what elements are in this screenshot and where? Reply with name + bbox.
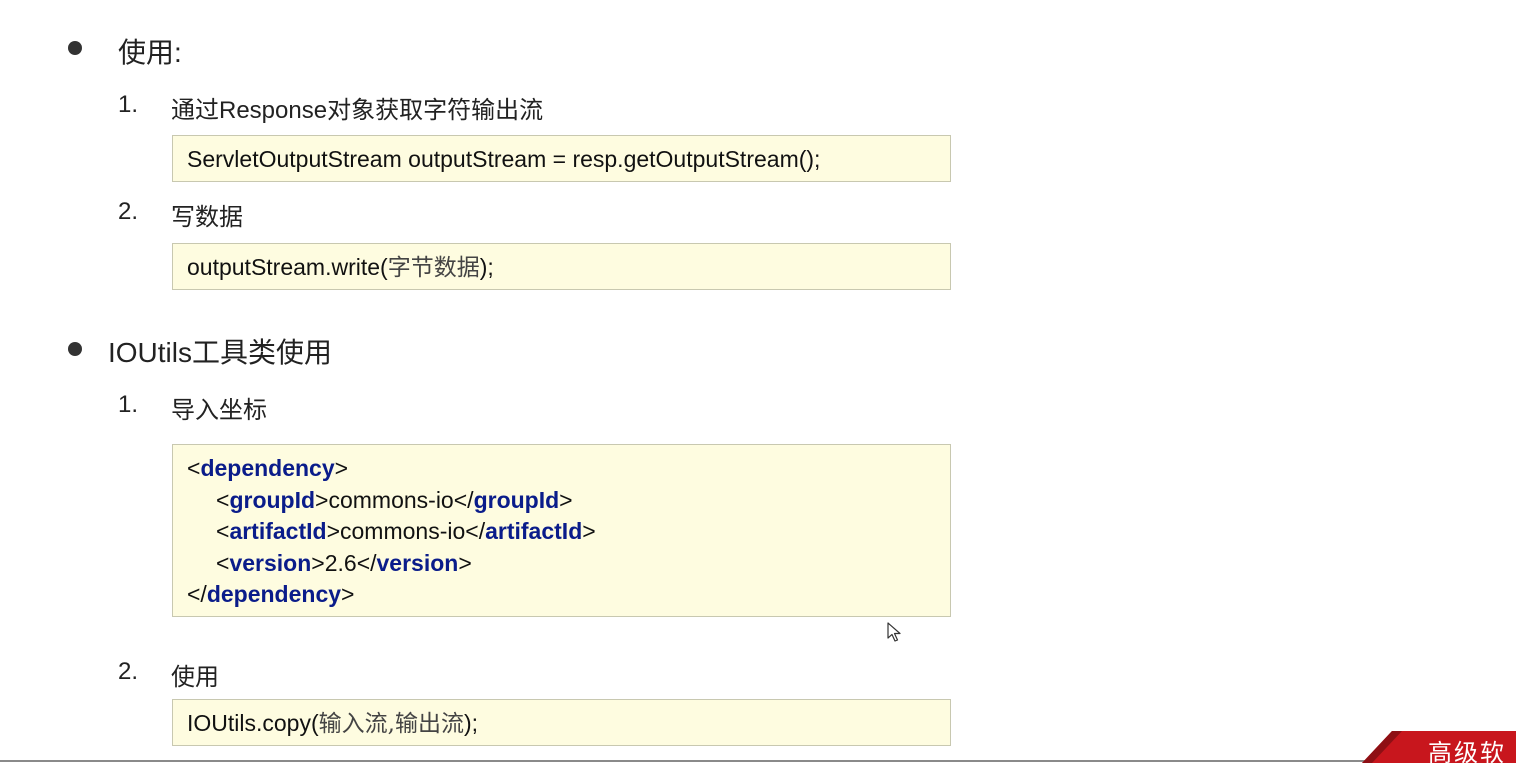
xml-tag: artifactId	[485, 518, 583, 544]
xml-tag: artifactId	[229, 518, 327, 544]
xml-line: <groupId>commons-io</groupId>	[216, 486, 573, 513]
xml-line: <artifactId>commons-io</artifactId>	[216, 518, 596, 544]
xml-line: <version>2.6</version>	[216, 549, 472, 576]
step-number: 1.	[118, 391, 139, 418]
xml-tag: groupId	[229, 486, 316, 513]
mouse-pointer-icon	[887, 622, 901, 642]
xml-value: 2.6	[324, 549, 357, 576]
code-text: );	[463, 710, 479, 736]
section-title-usage: 使用:	[118, 37, 182, 68]
code-block: IOUtils.copy(输入流,输出流);	[172, 699, 951, 746]
xml-tag: version	[376, 549, 459, 576]
footer-divider	[0, 760, 1516, 762]
xml-code-block: <dependency> <groupId>commons-io</groupI…	[172, 444, 951, 617]
xml-value: commons-io	[340, 518, 466, 544]
code-block: ServletOutputStream outputStream = resp.…	[172, 135, 951, 182]
step-label: 使用	[171, 664, 219, 691]
step-label: 写数据	[171, 204, 243, 231]
step-number: 2.	[118, 198, 139, 225]
xml-tag: version	[229, 549, 312, 576]
xml-tag: dependency	[200, 455, 335, 481]
code-text: ServletOutputStream outputStream = resp.…	[187, 146, 821, 172]
xml-tag: dependency	[206, 581, 342, 607]
code-text-cn: 字节数据	[387, 255, 480, 281]
code-text-cn: 输入流,输出流	[318, 711, 464, 737]
code-text: IOUtils.copy(	[187, 710, 319, 736]
step-label: 通过Response对象获取字符输出流	[171, 97, 544, 124]
code-text: );	[479, 254, 494, 280]
xml-value: commons-io	[328, 486, 454, 513]
step-number: 1.	[118, 91, 139, 118]
code-text: outputStream.write(	[187, 254, 388, 280]
section-title-ioutils: IOUtils工具类使用	[108, 337, 333, 368]
bullet-dot	[68, 41, 82, 55]
xml-tag: groupId	[473, 486, 560, 513]
code-block: outputStream.write(字节数据);	[172, 243, 951, 290]
logo-text: 高级软	[1428, 739, 1506, 763]
bullet-dot	[68, 342, 82, 356]
step-label: 导入坐标	[171, 397, 267, 424]
step-number: 2.	[118, 658, 139, 685]
xml-line: </dependency>	[187, 581, 355, 607]
xml-line: <dependency>	[187, 455, 349, 481]
